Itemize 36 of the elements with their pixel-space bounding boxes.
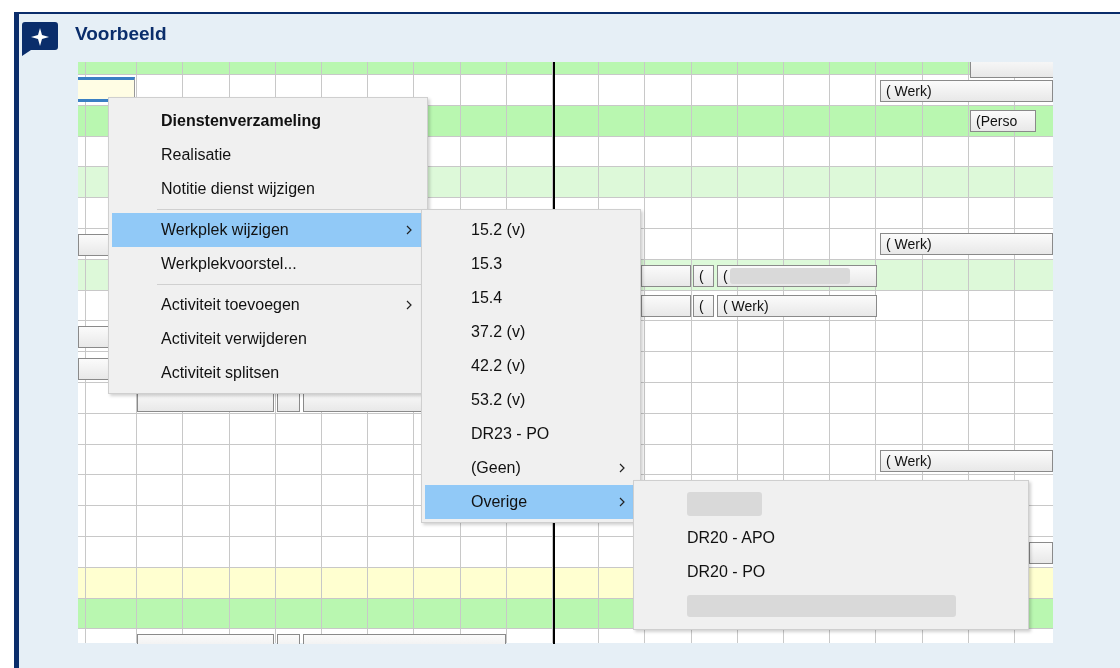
- menu-item[interactable]: Activiteit toevoegen: [112, 288, 424, 322]
- menu-item[interactable]: 15.4: [425, 281, 637, 315]
- menu-item[interactable]: Activiteit splitsen: [112, 356, 424, 390]
- menu-item[interactable]: (Geen): [425, 451, 637, 485]
- activity-bar[interactable]: [641, 265, 691, 287]
- menu-item[interactable]: 15.2 (v): [425, 213, 637, 247]
- menu-item[interactable]: DR20 - APO: [637, 521, 1025, 555]
- callout-title: Voorbeeld: [75, 23, 167, 45]
- menu-item[interactable]: Activiteit verwijderen: [112, 322, 424, 356]
- activity-bar[interactable]: (: [693, 295, 714, 317]
- menu-item[interactable]: Werkplek wijzigen: [112, 213, 424, 247]
- activity-bar[interactable]: (Perso: [970, 110, 1036, 132]
- chevron-right-icon: [619, 463, 625, 473]
- activity-bar[interactable]: (: [693, 265, 714, 287]
- menu-item[interactable]: Dienstenverzameling: [112, 104, 424, 138]
- menu-item[interactable]: Notitie dienst wijzigen: [112, 172, 424, 206]
- menu-item[interactable]: 37.2 (v): [425, 315, 637, 349]
- activity-bar[interactable]: ( Werk): [717, 295, 877, 317]
- chevron-right-icon: [406, 225, 412, 235]
- menu-item[interactable]: 42.2 (v): [425, 349, 637, 383]
- activity-bar[interactable]: [1029, 542, 1053, 564]
- sparkle-speech-bubble-icon: [22, 22, 58, 56]
- activity-bar[interactable]: ( Werk): [880, 233, 1053, 255]
- activity-bar[interactable]: (: [717, 265, 877, 287]
- bar-label: (: [723, 268, 728, 284]
- menu-item[interactable]: 53.2 (v): [425, 383, 637, 417]
- chevron-right-icon: [406, 300, 412, 310]
- menu-item[interactable]: 15.3: [425, 247, 637, 281]
- menu-item[interactable]: DR23 - PO: [425, 417, 637, 451]
- chevron-right-icon: [619, 497, 625, 507]
- menu-item[interactable]: Werkplekvoorstel...: [112, 247, 424, 281]
- activity-bar[interactable]: ( Werk): [880, 80, 1053, 102]
- activity-bar[interactable]: [641, 295, 691, 317]
- activity-bar[interactable]: ( Werk): [880, 450, 1053, 472]
- menu-item[interactable]: Realisatie: [112, 138, 424, 172]
- menu-item[interactable]: DR20 - PO: [637, 555, 1025, 589]
